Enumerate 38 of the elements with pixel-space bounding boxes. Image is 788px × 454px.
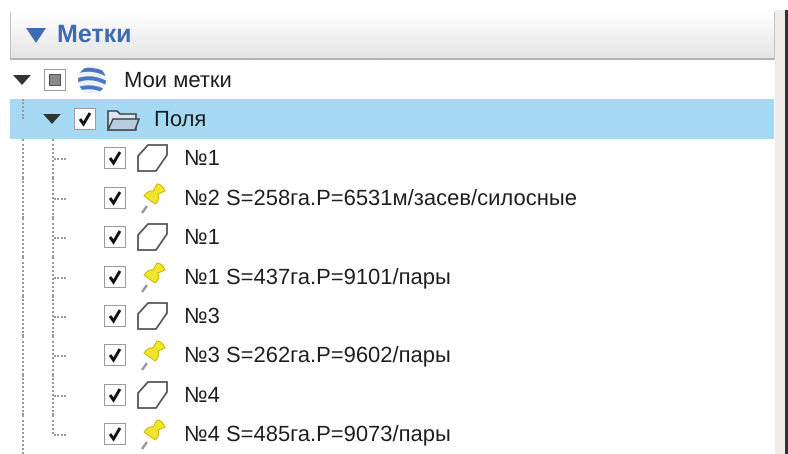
- polygon-icon: [136, 142, 170, 174]
- tree-row[interactable]: Мои метки: [10, 60, 774, 100]
- tree-row[interactable]: №4: [10, 375, 774, 415]
- tree-row[interactable]: Поля: [10, 99, 774, 139]
- item-label: №4 S=485га.P=9073/пары: [184, 421, 451, 448]
- polygon-icon: [136, 221, 170, 254]
- checkbox[interactable]: [104, 305, 126, 328]
- checkbox[interactable]: [104, 186, 126, 209]
- item-label: №4: [184, 382, 220, 408]
- checkbox[interactable]: [104, 226, 126, 248]
- checkbox[interactable]: [104, 423, 126, 446]
- item-label: №1: [184, 224, 220, 250]
- polygon-icon: [136, 300, 170, 332]
- checkbox[interactable]: [104, 384, 126, 406]
- item-label: №1: [184, 145, 220, 172]
- checkbox[interactable]: [104, 344, 126, 366]
- panel-header[interactable]: Метки: [10, 12, 775, 60]
- polygon-icon: [136, 378, 170, 411]
- item-label: №3: [184, 303, 220, 330]
- expand-arrow-icon[interactable]: [12, 74, 32, 86]
- item-label: Мои метки: [124, 66, 232, 93]
- tree-row[interactable]: №1: [10, 138, 774, 178]
- checkbox[interactable]: [104, 147, 126, 170]
- tree-row[interactable]: №1: [10, 218, 774, 257]
- item-label: №3 S=262га.P=9602/пары: [184, 342, 451, 368]
- tree-row[interactable]: №4 S=485га.P=9073/пары: [10, 414, 774, 454]
- tree-row[interactable]: №1 S=437га.P=9101/пары: [10, 256, 774, 296]
- expand-arrow-icon[interactable]: [42, 113, 62, 125]
- item-label: Поля: [154, 106, 206, 132]
- checkbox[interactable]: [44, 68, 66, 91]
- checkbox[interactable]: [74, 108, 96, 130]
- tree-row[interactable]: №2 S=258га.P=6531м/засев/силосные: [10, 178, 774, 218]
- item-label: №2 S=258га.P=6531м/засев/силосные: [184, 184, 577, 211]
- panel-title: Метки: [57, 20, 132, 50]
- item-label: №1 S=437га.P=9101/пары: [184, 264, 451, 290]
- tree-row[interactable]: №3: [10, 296, 774, 336]
- checkbox[interactable]: [104, 266, 126, 288]
- tree-row[interactable]: №3 S=262га.P=9602/пары: [10, 336, 774, 376]
